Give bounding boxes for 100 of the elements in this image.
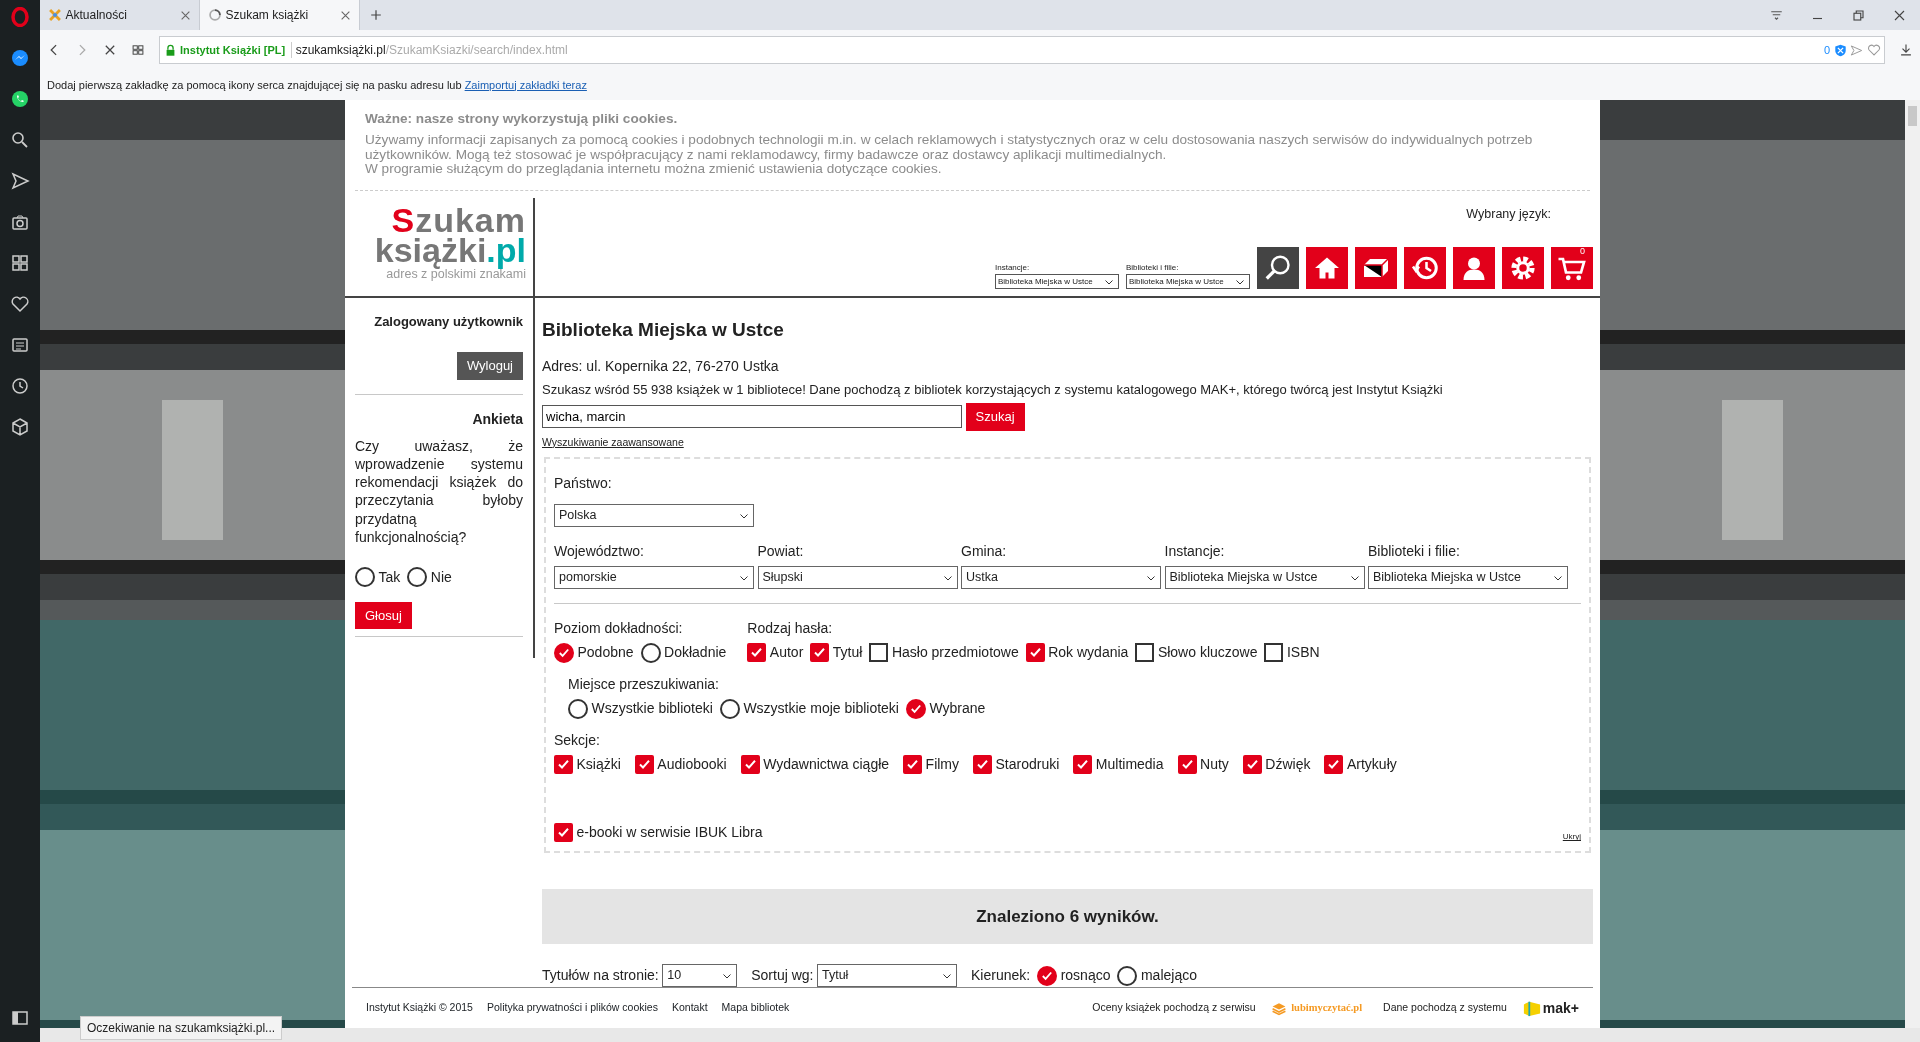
- cart-button[interactable]: 0: [1551, 246, 1593, 289]
- radio-button[interactable]: [719, 698, 740, 719]
- checkbox[interactable]: [1242, 755, 1262, 775]
- restore-icon[interactable]: [1851, 8, 1866, 23]
- mak-logo[interactable]: mak+: [1520, 997, 1579, 1019]
- checkbox[interactable]: [1025, 643, 1045, 663]
- opera-logo-icon[interactable]: [10, 7, 30, 27]
- search-button[interactable]: Szukaj: [965, 403, 1025, 431]
- bookmark-hint: Dodaj pierwszą zakładkę za pomocą ikony serca znajdującej się na pasku adresu lub Zaimportuj zakładki teraz: [47, 77, 587, 93]
- status-text: Oczekiwanie na szukamksiążki.pl...: [80, 1016, 283, 1040]
- field-label: Sekcje:: [554, 730, 601, 750]
- results-banner: Znaleziono 6 wyników.: [542, 889, 1593, 945]
- checkbox[interactable]: [1324, 755, 1344, 775]
- radio-button[interactable]: [554, 642, 574, 663]
- speed-dial-icon[interactable]: [131, 43, 145, 57]
- data-source-text: Dane pochodzą z systemu: [1383, 1000, 1507, 1016]
- dropdown[interactable]: Ustka: [961, 565, 1161, 589]
- tab-menu-icon[interactable]: [1769, 8, 1784, 23]
- field-label: Poziom dokładności:: [554, 618, 684, 638]
- close-icon[interactable]: [340, 9, 351, 21]
- advanced-search-link[interactable]: Wyszukiwanie zaawansowane: [542, 434, 684, 451]
- ad-blocker-shield-icon[interactable]: [1833, 43, 1847, 57]
- logo-text: mak+: [1542, 998, 1579, 1018]
- checkbox[interactable]: [869, 643, 889, 663]
- cube-icon[interactable]: [10, 417, 30, 437]
- grid-icon[interactable]: [10, 253, 30, 273]
- checkbox[interactable]: [740, 755, 760, 775]
- logout-button[interactable]: Wyloguj: [456, 352, 523, 380]
- messenger-icon[interactable]: [10, 48, 30, 68]
- radio-button[interactable]: [906, 698, 926, 719]
- blocked-ads-count: 0: [1823, 42, 1830, 58]
- radio-button[interactable]: [407, 567, 428, 588]
- checkbox[interactable]: [1177, 755, 1197, 775]
- option-label: Dokładnie: [664, 643, 727, 663]
- dropdown[interactable]: Biblioteka Miejska w Ustce: [1126, 273, 1250, 289]
- option-label: Nie: [430, 567, 452, 587]
- address-bar[interactable]: Instytut Książki [PL] szukamksiążki.pl/SzukamKsiazki/search/index.html 0: [159, 36, 1885, 64]
- close-icon[interactable]: [1892, 8, 1907, 23]
- history-clock-button[interactable]: [1404, 246, 1446, 289]
- import-bookmarks-link[interactable]: Zaimportuj zakładki teraz: [464, 78, 587, 91]
- dropdown[interactable]: Polska: [554, 504, 754, 528]
- option-label: malejąco: [1140, 966, 1197, 986]
- radio-button[interactable]: [355, 567, 375, 588]
- checkbox[interactable]: [634, 755, 654, 775]
- field-label: Miejsce przeszukiwania:: [568, 674, 720, 694]
- book-stack-icon: [1269, 1000, 1288, 1017]
- radio-button[interactable]: [1117, 965, 1138, 986]
- heart-icon[interactable]: [10, 294, 30, 314]
- dropdown[interactable]: Tytuł: [817, 964, 957, 988]
- clock-icon[interactable]: [10, 376, 30, 396]
- library-title: Biblioteka Miejska w Ustce: [542, 318, 785, 342]
- checkbox[interactable]: [747, 643, 767, 663]
- dropdown[interactable]: Biblioteka Miejska w Ustce: [1368, 565, 1568, 589]
- search-field[interactable]: wicha, marcin: [542, 405, 962, 429]
- new-tab-icon[interactable]: [370, 9, 382, 21]
- browser-tab[interactable]: Szukam książki: [200, 0, 360, 30]
- dropdown[interactable]: Słupski: [757, 565, 958, 589]
- checkbox-label: Nuty: [1200, 755, 1229, 775]
- dropdown[interactable]: Biblioteka Miejska w Ustce: [995, 273, 1119, 289]
- checkbox[interactable]: [1264, 643, 1284, 663]
- radio-button[interactable]: [568, 698, 588, 719]
- send-icon[interactable]: [10, 171, 30, 191]
- home-button[interactable]: [1306, 246, 1348, 289]
- footer-link[interactable]: Polityka prywatności i plików cookies: [486, 1000, 658, 1017]
- checkbox[interactable]: [903, 755, 923, 775]
- checkbox-label: Multimedia: [1095, 755, 1164, 775]
- stop-icon[interactable]: [103, 43, 117, 57]
- dropdown[interactable]: 10: [662, 964, 738, 988]
- dropdown-label: Biblioteki i filie:: [1126, 261, 1180, 274]
- settings-button[interactable]: [1502, 246, 1544, 289]
- field-label: Sortuj wg:: [751, 966, 814, 986]
- field-label: Instancje:: [1164, 542, 1226, 562]
- field-label: Kierunek:: [971, 966, 1031, 986]
- hide-link[interactable]: Ukryj: [1562, 831, 1581, 844]
- search-icon[interactable]: [10, 130, 30, 150]
- vote-button[interactable]: Głosuj: [355, 601, 412, 630]
- footer-link[interactable]: Mapa bibliotek: [721, 1000, 790, 1017]
- checkbox[interactable]: [973, 755, 992, 775]
- news-icon[interactable]: [10, 335, 30, 355]
- card-catalog-button[interactable]: [1355, 246, 1397, 289]
- checkbox[interactable]: [810, 643, 830, 663]
- dropdown[interactable]: pomorskie: [554, 565, 754, 589]
- whatsapp-icon[interactable]: [10, 89, 30, 109]
- checkbox[interactable]: [554, 755, 573, 775]
- radio-button[interactable]: [1037, 965, 1058, 986]
- user-button[interactable]: [1453, 246, 1495, 289]
- close-icon[interactable]: [180, 9, 191, 21]
- checkbox[interactable]: [1135, 643, 1155, 663]
- dropdown[interactable]: Biblioteka Miejska w Ustce: [1164, 565, 1365, 589]
- sidebar-toggle-icon[interactable]: [10, 1008, 30, 1028]
- scrollbar-thumb[interactable]: [1908, 106, 1917, 126]
- footer-link[interactable]: Kontakt: [671, 1000, 708, 1017]
- download-icon[interactable]: [1899, 43, 1913, 57]
- radio-button[interactable]: [640, 642, 661, 663]
- footer-link[interactable]: Instytut Książki © 2015: [366, 1000, 473, 1017]
- camera-icon[interactable]: [10, 212, 30, 232]
- checkbox-label: Starodruki: [995, 755, 1060, 775]
- checkbox[interactable]: [1073, 755, 1093, 775]
- checkbox[interactable]: [554, 823, 573, 843]
- search-button[interactable]: [1257, 246, 1299, 289]
